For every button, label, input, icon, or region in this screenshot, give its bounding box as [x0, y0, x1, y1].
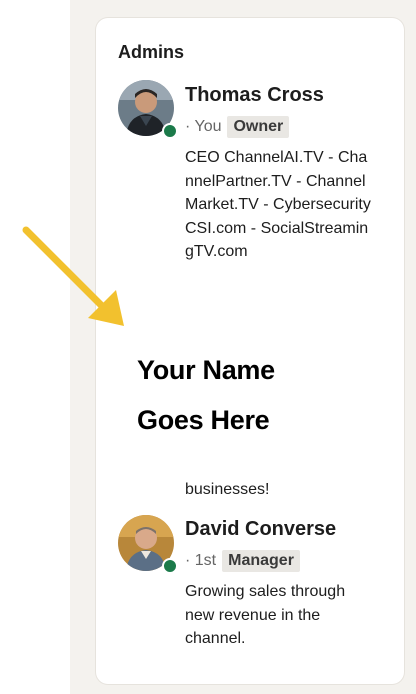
- admin-meta: · You Owner: [185, 116, 290, 138]
- admin-name[interactable]: Thomas Cross: [185, 84, 324, 107]
- role-badge: Owner: [227, 116, 290, 138]
- admin-headline: CEO ChannelAI.TV - ChannelPartner.TV - C…: [185, 149, 371, 260]
- card-title: Admins: [118, 42, 185, 62]
- connection-degree: · 1st: [185, 552, 217, 569]
- online-status-indicator: [162, 123, 178, 139]
- admin-meta: · 1st Manager: [185, 550, 300, 572]
- admin-headline: Growing sales through new revenue in the…: [185, 583, 346, 647]
- name-placeholder-text: Your Name Goes Here: [137, 345, 367, 445]
- role-badge: Manager: [222, 550, 300, 572]
- placeholder-line-1: Your Name: [137, 355, 275, 385]
- online-status-indicator: [162, 558, 178, 574]
- admin-headline-tail: businesses!: [185, 481, 270, 498]
- admin-name[interactable]: David Converse: [185, 518, 336, 541]
- placeholder-line-2: Goes Here: [137, 405, 270, 435]
- connection-degree: · You: [185, 118, 222, 135]
